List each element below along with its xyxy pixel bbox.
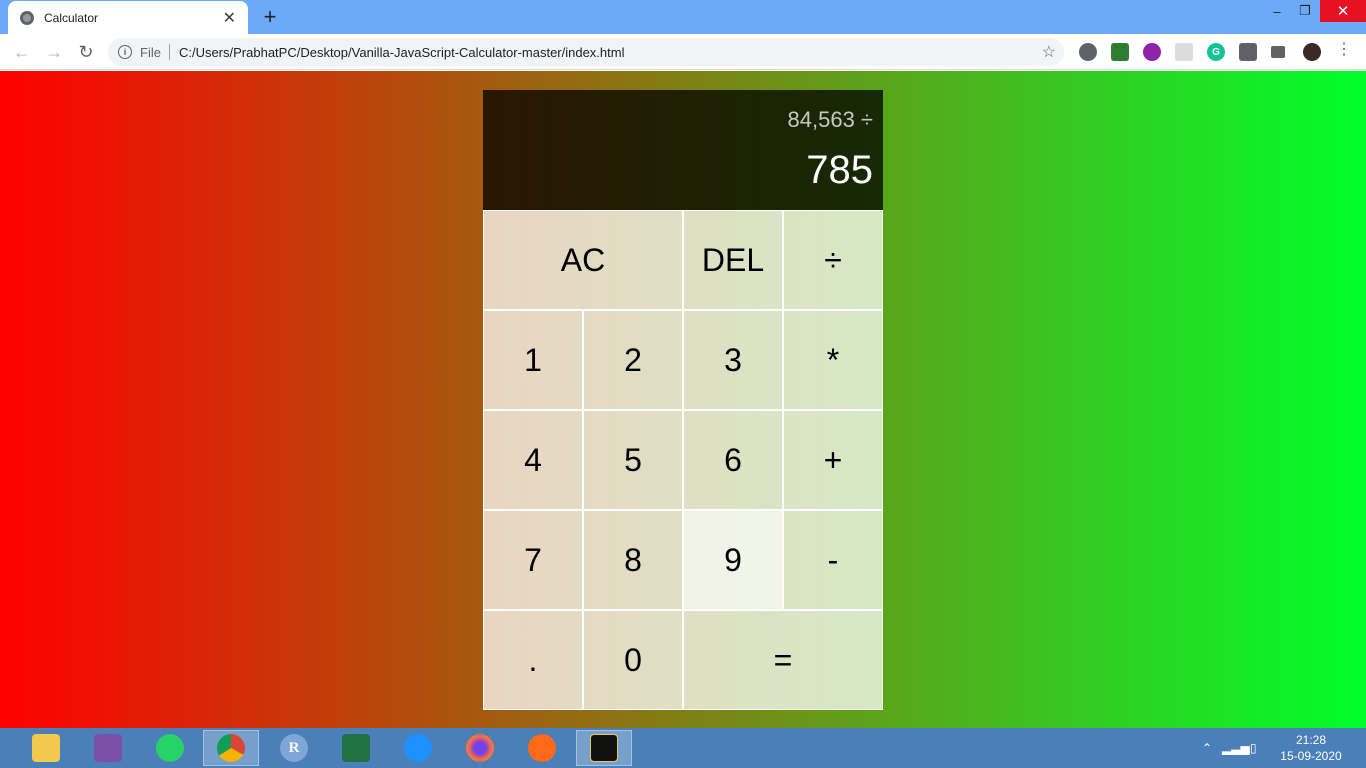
digit-1-button[interactable]: 1 (483, 310, 583, 410)
taskbar-firefox[interactable] (452, 730, 508, 766)
browser-menu-icon[interactable]: ⋮ (1336, 42, 1352, 58)
digit-9-button[interactable]: 9 (683, 510, 783, 610)
tab-strip: Calculator ✕ + – ❐ ✕ (0, 0, 1366, 34)
taskbar-clock[interactable]: 21:28 15-09-2020 (1276, 732, 1346, 764)
media-queue-icon[interactable] (1271, 46, 1285, 58)
excel-icon (342, 734, 370, 762)
bookmark-star-icon[interactable]: ☆ (1042, 42, 1056, 62)
firefox-icon (466, 734, 494, 762)
tab-title: Calculator (44, 10, 99, 25)
omnibox-divider (168, 44, 170, 60)
clock-time: 21:28 (1295, 733, 1327, 747)
multiply-button[interactable]: * (783, 310, 883, 410)
windows-taskbar: R ⌃ ▂▃▅ ▯ 21:28 15-09-2020 (0, 728, 1366, 768)
profile-avatar[interactable] (1303, 43, 1321, 61)
digit-3-button[interactable]: 3 (683, 310, 783, 410)
plus-button[interactable]: + (783, 410, 883, 510)
url-scheme-label: File (140, 44, 161, 60)
equals-button[interactable]: = (683, 610, 883, 710)
calculator: 84,563 ÷ 785 AC DEL ÷ 1 2 3 * 4 5 6 + 7 … (483, 90, 883, 710)
close-window-button[interactable]: ✕ (1320, 0, 1366, 22)
page-background: 84,563 ÷ 785 AC DEL ÷ 1 2 3 * 4 5 6 + 7 … (0, 71, 1366, 728)
restore-button[interactable]: ❐ (1290, 0, 1320, 22)
url-text[interactable]: C:/Users/PrabhatPC/Desktop/Vanilla-JavaS… (179, 45, 625, 60)
r-icon: R (280, 734, 308, 762)
globe-icon (20, 10, 34, 25)
new-tab-button[interactable]: + (258, 4, 282, 30)
internet-explorer-icon (404, 734, 432, 762)
previous-operand: 84,563 ÷ (787, 107, 873, 133)
minimize-button[interactable]: – (1262, 0, 1292, 22)
reload-button[interactable]: ↻ (74, 40, 98, 64)
info-icon[interactable]: i (118, 45, 132, 59)
taskbar-visual-studio[interactable] (80, 730, 136, 766)
taskbar-terminal[interactable] (576, 730, 632, 766)
digit-6-button[interactable]: 6 (683, 410, 783, 510)
digit-8-button[interactable]: 8 (583, 510, 683, 610)
digit-4-button[interactable]: 4 (483, 410, 583, 510)
digit-2-button[interactable]: 2 (583, 310, 683, 410)
whatsapp-icon (156, 734, 184, 762)
extensions-puzzle-icon[interactable] (1239, 43, 1257, 61)
taskbar-pen-app[interactable] (514, 730, 570, 766)
taskbar-r[interactable]: R (266, 730, 322, 766)
calculator-display: 84,563 ÷ 785 (483, 90, 883, 210)
network-signal-icon[interactable]: ▂▃▅ (1222, 728, 1250, 768)
taskbar-excel[interactable] (328, 730, 384, 766)
browser-toolbar: ← → ↻ i File C:/Users/PrabhatPC/Desktop/… (0, 34, 1366, 70)
battery-icon[interactable]: ▯ (1250, 728, 1257, 768)
bug-extension-icon[interactable] (1079, 43, 1097, 61)
purple-extension-icon[interactable] (1143, 43, 1161, 61)
back-button[interactable]: ← (10, 40, 34, 64)
tray-show-hidden-icon[interactable]: ⌃ (1202, 728, 1212, 768)
taskbar-file-explorer[interactable] (18, 730, 74, 766)
divide-button[interactable]: ÷ (783, 210, 883, 310)
taskbar-whatsapp[interactable] (142, 730, 198, 766)
gray-extension-icon[interactable] (1175, 43, 1193, 61)
minus-button[interactable]: - (783, 510, 883, 610)
terminal-icon (590, 734, 618, 762)
decimal-button[interactable]: . (483, 610, 583, 710)
delete-button[interactable]: DEL (683, 210, 783, 310)
pen-icon (528, 734, 556, 762)
digit-5-button[interactable]: 5 (583, 410, 683, 510)
html-extension-icon[interactable] (1111, 43, 1129, 61)
all-clear-button[interactable]: AC (483, 210, 683, 310)
current-operand: 785 (806, 147, 873, 192)
digit-7-button[interactable]: 7 (483, 510, 583, 610)
address-bar[interactable]: i File C:/Users/PrabhatPC/Desktop/Vanill… (108, 38, 1064, 66)
digit-0-button[interactable]: 0 (583, 610, 683, 710)
chrome-icon (217, 734, 245, 762)
clock-date: 15-09-2020 (1280, 749, 1342, 763)
taskbar-chrome[interactable] (203, 730, 259, 766)
visual-studio-icon (94, 734, 122, 762)
grammarly-icon[interactable]: G (1207, 43, 1225, 61)
taskbar-internet-explorer[interactable] (390, 730, 446, 766)
forward-button[interactable]: → (42, 40, 66, 64)
tab-calculator[interactable]: Calculator ✕ (8, 1, 248, 34)
folder-icon (32, 734, 60, 762)
tab-close-icon[interactable]: ✕ (223, 8, 236, 28)
